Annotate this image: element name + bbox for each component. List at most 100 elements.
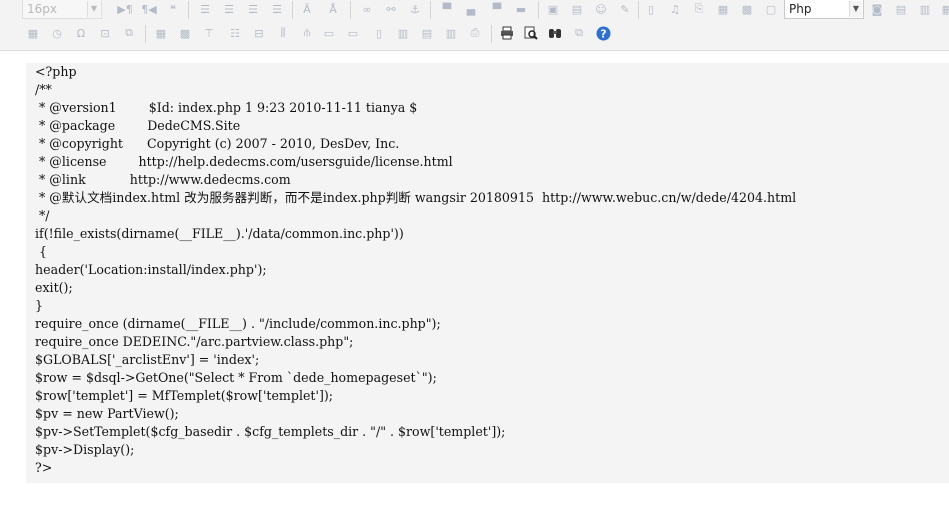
editor-toolbar: 16px ▼ ▶¶ ¶◀ ❝ ☰ ☰ ☰ ☰ Ā Å ∞ ⚯ ⚓ ▀ ▄ ▀ ▬… [0,0,949,51]
binoculars-icon [549,29,561,38]
insert-frame-icon[interactable]: ▥ [916,0,934,18]
map-icon[interactable]: ▦ [714,0,732,18]
template-icon[interactable]: ⧉ [120,24,138,42]
split-cols-icon[interactable]: ▥ [442,24,460,42]
code-line: { [35,244,48,259]
gmap-icon[interactable]: ▩ [738,0,756,18]
code-language-value: Php [789,2,812,16]
delete-table-icon[interactable]: ▩ [176,24,194,42]
code-line: require_once DEDEINC."/arc.partview.clas… [35,334,354,349]
merge-down-icon[interactable]: ▯ [370,24,388,42]
toolbar-separator [491,25,492,43]
file-link-icon[interactable]: ⎘ [690,0,708,18]
code-line: $pv->SetTemplet($cfg_basedir . $cfg_temp… [35,424,506,439]
code-line: $GLOBALS['_arclistEnv'] = 'index'; [35,352,260,367]
toolbar-separator [538,1,539,19]
preview-icon[interactable] [522,24,540,42]
table-row-a-icon[interactable]: ▀ [438,0,456,18]
toolbar-row-2: ▦ ◷ Ω ⊡ ⧉ ▦ ▩ ⊤ ☷ ⊟ ⫼ ⫛ ▭ ▭ ▯ ▥ ▤ ▥ ⎙ ⧉ … [0,22,949,44]
svg-text:?: ? [600,27,606,40]
code-line: header('Location:install/index.php'); [35,262,267,277]
ltr-icon[interactable]: ▶¶ [116,0,134,18]
page-break-icon[interactable]: ▦ [938,0,949,18]
merge-cells-icon[interactable]: ▭ [320,24,338,42]
code-editor-area[interactable]: <?php /** * @version1 $Id: index.php 1 9:… [26,63,949,483]
code-language-select[interactable]: Php ▼ [784,0,864,19]
code-line: * @license http://help.dedecms.com/users… [35,154,453,169]
insert-row-icon[interactable]: ☷ [226,24,244,42]
scrawl-icon[interactable]: ✎ [616,0,634,18]
image-icon[interactable]: ▣ [544,0,562,18]
code-line: /** [35,82,52,97]
toolbar-separator [188,1,189,19]
help-icon-graphic: ? [596,26,610,40]
insert-col-icon[interactable]: ⫼ [274,24,292,42]
align-justify-icon[interactable]: ☰ [268,0,286,18]
code-line: ?> [35,460,53,475]
delete-row-icon[interactable]: ⊟ [250,24,268,42]
code-content[interactable]: <?php /** * @version1 $Id: index.php 1 9:… [35,63,796,477]
toolbar-separator [350,1,351,19]
search-replace-icon[interactable] [546,24,564,42]
unlink-icon[interactable]: ⚯ [382,0,400,18]
toolbar-row-1: 16px ▼ ▶¶ ¶◀ ❝ ☰ ☰ ☰ ☰ Ā Å ∞ ⚯ ⚓ ▀ ▄ ▀ ▬… [0,0,949,20]
anchor-icon[interactable]: ⚓ [406,0,424,18]
emoticon-icon[interactable]: ☺ [592,0,610,18]
insert-table-icon[interactable]: ▦ [152,24,170,42]
merge-right-icon[interactable]: ▭ [344,24,362,42]
spechars-icon[interactable]: ⊡ [96,24,114,42]
music-icon[interactable]: ♫ [666,0,684,18]
clear-format-icon[interactable]: Ā [298,0,316,18]
print-icon[interactable] [498,24,516,42]
insert-paragraph-before-icon[interactable]: ⊤ [200,24,218,42]
code-line: * @link http://www.dedecms.com [35,172,291,187]
preview-icon-graphic [524,26,538,40]
omega-icon[interactable]: Ω [72,24,90,42]
help-icon[interactable]: ? [594,24,612,42]
snapscreen-icon[interactable]: ◙ [868,0,886,18]
code-line: $row['templet'] = MfTemplet($row['temple… [35,388,334,403]
font-size-select[interactable]: 16px ▼ [22,0,102,19]
toolbar-separator [145,25,146,43]
code-line: * @version1 $Id: index.php 1 9:23 2010-1… [35,100,418,115]
chevron-down-icon[interactable]: ▼ [87,1,100,17]
toolbar-separator [638,1,639,19]
align-center-icon[interactable]: ☰ [220,0,238,18]
table-row-c-icon[interactable]: ▀ [488,0,506,18]
gallery-icon[interactable]: ▤ [568,0,586,18]
font-size-value: 16px [27,2,57,16]
attachment-icon[interactable]: ▯ [642,0,660,18]
code-line: $pv->Display(); [35,442,135,457]
align-left-icon[interactable]: ☰ [196,0,214,18]
date-icon[interactable]: ▦ [24,24,42,42]
link-icon[interactable]: ∞ [358,0,376,18]
wordimage-icon[interactable]: ▤ [892,0,910,18]
code-line: * @package DedeCMS.Site [35,118,241,133]
code-line: * @默认文档index.html 改为服务器判断，而不是index.php判断… [35,190,797,205]
delete-col-icon[interactable]: ⫛ [298,24,316,42]
align-right-icon[interactable]: ☰ [244,0,262,18]
toolbar-separator [292,1,293,19]
chevron-down-icon[interactable]: ▼ [849,1,862,17]
code-line: } [35,298,44,313]
drafts-icon[interactable]: ⧉ [570,24,588,42]
toolbar-separator [430,1,431,19]
table-row-d-icon[interactable]: ▬ [512,0,530,18]
paste-text-icon[interactable]: ⎙ [466,24,484,42]
code-line: $pv = new PartView(); [35,406,179,421]
font-case-icon[interactable]: Å [324,0,342,18]
code-line: if(!file_exists(dirname(__FILE__).'/data… [35,226,404,241]
code-line: * @copyright Copyright (c) 2007 - 2010, … [35,136,400,151]
print-icon-graphic [501,26,513,40]
blockquote-icon[interactable]: ❝ [164,0,182,18]
split-cells-icon[interactable]: ▥ [394,24,412,42]
code-line: require_once (dirname(__FILE__) . "/incl… [35,316,441,331]
flash-icon[interactable]: ▢ [762,0,780,18]
time-icon[interactable]: ◷ [48,24,66,42]
code-line: $row = $dsql->GetOne("Select * From `ded… [35,370,437,385]
table-row-b-icon[interactable]: ▄ [462,0,480,18]
code-line: exit(); [35,280,73,295]
rtl-icon[interactable]: ¶◀ [140,0,158,18]
code-line: <?php [35,64,77,79]
split-rows-icon[interactable]: ▤ [418,24,436,42]
